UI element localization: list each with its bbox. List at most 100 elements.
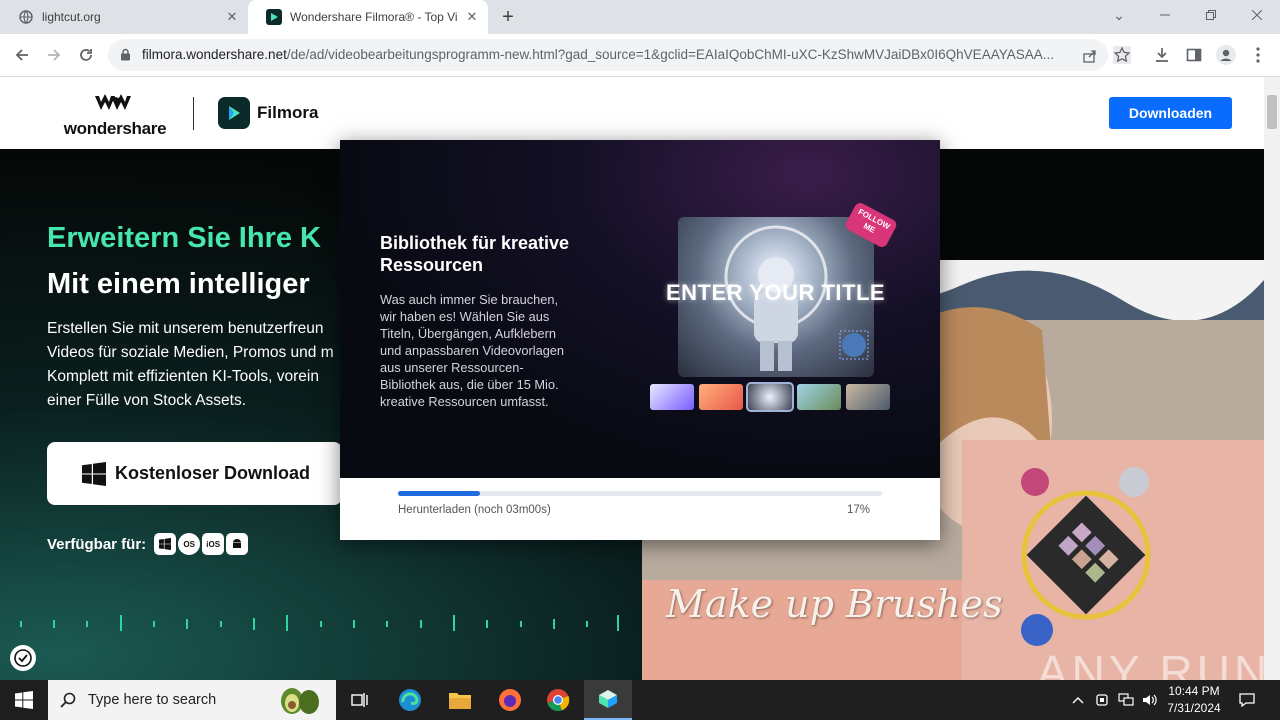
close-icon[interactable]: ✕ bbox=[224, 9, 240, 25]
preview-title-text: ENTER YOUR TITLE bbox=[666, 280, 886, 305]
macos-platform-icon[interactable]: OS bbox=[178, 533, 201, 555]
filmora-favicon-icon bbox=[266, 9, 282, 25]
tab-strip: lightcut.org ✕ Wondershare Filmora® - To… bbox=[0, 0, 1280, 34]
tray-device-icon[interactable] bbox=[1092, 690, 1112, 710]
bookmark-star-icon[interactable] bbox=[1110, 43, 1134, 67]
hero-paragraph-line: Videos für soziale Medien, Promos und m bbox=[47, 344, 334, 361]
kebab-menu-icon[interactable] bbox=[1246, 43, 1270, 67]
android-platform-icon[interactable] bbox=[226, 533, 249, 555]
dialog-description-line: kreative Ressourcen umfasst. bbox=[380, 394, 549, 409]
available-platforms: Verfügbar für: OS iOS bbox=[47, 533, 250, 555]
template-thumbnail-selected[interactable] bbox=[746, 382, 794, 412]
clock-time: 10:44 PM bbox=[1168, 684, 1220, 698]
chrome-icon[interactable] bbox=[534, 680, 582, 720]
lock-icon[interactable] bbox=[120, 48, 131, 66]
network-icon[interactable] bbox=[1116, 690, 1136, 710]
side-panel-icon[interactable] bbox=[1182, 43, 1206, 67]
url-host: filmora.wondershare.net bbox=[142, 47, 287, 62]
minimize-button[interactable] bbox=[1142, 0, 1188, 30]
filmora-logo[interactable]: Filmora bbox=[218, 97, 318, 129]
taskbar-search-box[interactable]: Type here to search bbox=[48, 680, 336, 720]
download-progress-bar bbox=[398, 491, 882, 496]
filmora-mark-icon bbox=[218, 97, 250, 129]
dialog-banner: Bibliothek für kreative Ressourcen Was a… bbox=[340, 140, 940, 478]
close-icon[interactable]: ✕ bbox=[464, 9, 480, 25]
hero-headline-white: Mit einem intelliger bbox=[47, 268, 310, 300]
security-shield-icon[interactable] bbox=[10, 645, 36, 671]
download-icon[interactable] bbox=[1150, 43, 1174, 67]
tray-chevron-up-icon[interactable] bbox=[1068, 690, 1088, 710]
template-thumbnail[interactable] bbox=[846, 384, 890, 410]
scrollbar-thumb[interactable] bbox=[1267, 95, 1277, 129]
windows-start-button[interactable] bbox=[0, 680, 48, 720]
new-tab-button[interactable]: + bbox=[496, 7, 520, 27]
back-arrow-icon[interactable] bbox=[10, 43, 34, 67]
system-clock[interactable]: 10:44 PM 7/31/2024 bbox=[1162, 683, 1226, 717]
browser-toolbar: filmora.wondershare.net/de/ad/videobearb… bbox=[0, 34, 1280, 77]
tab-title: lightcut.org bbox=[42, 10, 101, 24]
notification-center-icon[interactable] bbox=[1237, 690, 1257, 710]
download-status-text: Herunterladen (noch 03m00s) bbox=[398, 504, 551, 516]
dialog-title: Bibliothek für kreative Ressourcen bbox=[380, 233, 570, 275]
tab-lightcut[interactable]: lightcut.org ✕ bbox=[0, 0, 248, 34]
windows-logo-icon bbox=[82, 461, 106, 486]
tab-title: Wondershare Filmora® - Top Vi bbox=[290, 10, 458, 24]
anyrun-watermark: ANY RUN bbox=[1037, 646, 1264, 680]
dialog-description-line: und anpassbaren Videovorlagen bbox=[380, 343, 565, 358]
tab-search-chevron-icon[interactable]: ⌄ bbox=[1096, 0, 1142, 30]
wondershare-mark-icon bbox=[95, 94, 131, 110]
photo-caption: Make up Brushes bbox=[666, 582, 1003, 626]
dialog-description-line: Titeln, Übergängen, Aufklebern bbox=[380, 326, 556, 341]
hero-headline-green: Erweitern Sie Ihre K bbox=[47, 222, 321, 254]
hero-paragraph: Erstellen Sie mit unserem benutzerfreun … bbox=[47, 317, 347, 413]
address-bar[interactable]: filmora.wondershare.net/de/ad/videobearb… bbox=[108, 39, 1108, 71]
filmora-name: Filmora bbox=[257, 103, 319, 122]
file-explorer-icon[interactable] bbox=[436, 680, 484, 720]
avocado-search-highlight-icon bbox=[276, 684, 324, 721]
tab-filmora[interactable]: Wondershare Filmora® - Top Vi ✕ bbox=[248, 0, 488, 34]
hero-paragraph-line: einer Fülle von Stock Assets. bbox=[47, 392, 247, 409]
hero-paragraph-line: Erstellen Sie mit unserem benutzerfreun bbox=[47, 320, 324, 337]
template-thumbnails bbox=[650, 382, 895, 412]
globe-icon bbox=[18, 9, 34, 25]
edge-browser-icon[interactable] bbox=[386, 680, 434, 720]
search-placeholder: Type here to search bbox=[88, 692, 217, 708]
template-thumbnail[interactable] bbox=[797, 384, 841, 410]
logo-divider bbox=[193, 97, 194, 130]
ios-platform-icon[interactable]: iOS bbox=[202, 533, 225, 555]
free-download-label: Kostenloser Download bbox=[115, 463, 311, 483]
share-icon[interactable] bbox=[1080, 46, 1100, 66]
wondershare-logo[interactable]: wondershare bbox=[60, 94, 170, 139]
wondershare-wordmark: wondershare bbox=[63, 119, 167, 138]
clock-date: 7/31/2024 bbox=[1167, 701, 1221, 715]
url-text[interactable]: filmora.wondershare.net/de/ad/videobearb… bbox=[142, 47, 1072, 62]
dialog-description-line: Was auch immer Sie brauchen, bbox=[380, 292, 559, 307]
dialog-description-line: Bibliothek aus, die über 15 Mio. bbox=[380, 377, 559, 392]
windows-platform-icon[interactable] bbox=[154, 533, 177, 555]
volume-icon[interactable] bbox=[1140, 690, 1160, 710]
free-download-button[interactable]: Kostenloser Download bbox=[47, 442, 342, 505]
close-window-button[interactable] bbox=[1234, 0, 1280, 30]
url-path: /de/ad/videobearbeitungsprogramm-new.htm… bbox=[286, 47, 1054, 62]
available-label: Verfügbar für: bbox=[47, 535, 147, 553]
dialog-description: Was auch immer Sie brauchen, wir haben e… bbox=[380, 291, 590, 410]
installer-dialog: Bibliothek für kreative Ressourcen Was a… bbox=[340, 140, 940, 540]
download-button[interactable]: Downloaden bbox=[1109, 97, 1232, 129]
page-scrollbar[interactable] bbox=[1264, 77, 1280, 680]
audio-waveform-decoration bbox=[20, 615, 619, 631]
forward-arrow-icon[interactable] bbox=[42, 43, 66, 67]
task-view-icon[interactable] bbox=[336, 680, 384, 720]
download-progress-fill bbox=[398, 491, 481, 496]
download-percent-text: 17% bbox=[846, 504, 870, 516]
profile-avatar-icon[interactable] bbox=[1214, 43, 1238, 67]
template-thumbnail[interactable] bbox=[699, 384, 743, 410]
search-icon bbox=[60, 692, 76, 713]
windows-taskbar: Type here to search 10:44 PM 7/31/2024 bbox=[0, 680, 1280, 720]
dialog-description-line: aus unserer Ressourcen- bbox=[380, 360, 524, 375]
reload-icon[interactable] bbox=[74, 43, 98, 67]
firefox-icon[interactable] bbox=[486, 680, 534, 720]
hero-paragraph-line: Komplett mit effizienten KI-Tools, vorei… bbox=[47, 368, 319, 385]
filmora-installer-taskbar-icon[interactable] bbox=[584, 680, 632, 720]
template-thumbnail[interactable] bbox=[650, 384, 694, 410]
restore-button[interactable] bbox=[1188, 0, 1234, 30]
